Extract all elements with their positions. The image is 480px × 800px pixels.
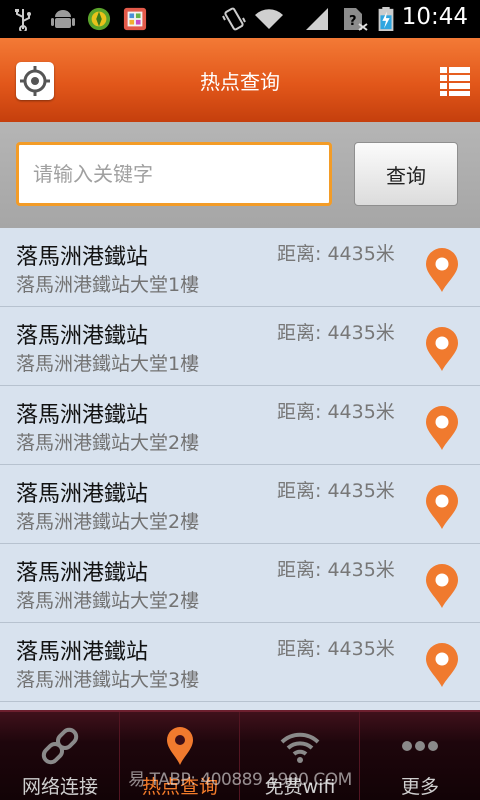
location-pin-icon[interactable] [424, 326, 460, 372]
hotspot-address: 落馬洲港鐵站大堂3樓 [16, 669, 200, 691]
vibrate-icon [222, 7, 246, 31]
gallery-notification-icon [123, 7, 147, 31]
location-pin-icon[interactable] [424, 642, 460, 688]
location-pin-icon[interactable] [424, 484, 460, 530]
list-item[interactable]: 落馬洲港鐵站 落馬洲港鐵站大堂2樓 距离: 4435米 [0, 544, 480, 623]
signal-icon [306, 8, 328, 30]
hotspot-distance: 距离: 4435米 [277, 638, 395, 660]
title-bar: 热点查询 [0, 38, 480, 122]
list-icon[interactable] [440, 66, 470, 96]
hotspot-distance: 距离: 4435米 [277, 322, 395, 344]
clock: 10:44 [401, 4, 468, 30]
location-pin-icon[interactable] [424, 405, 460, 451]
location-pin-icon[interactable] [424, 247, 460, 293]
hotspot-address: 落馬洲港鐵站大堂2樓 [16, 432, 200, 454]
hotspot-address: 落馬洲港鐵站大堂1樓 [16, 353, 200, 375]
list-item[interactable]: 落馬洲港鐵站 落馬洲港鐵站大堂2樓 距离: 4435米 [0, 386, 480, 465]
search-area: 查询 [0, 122, 480, 228]
hotspot-distance: 距离: 4435米 [277, 480, 395, 502]
hotspot-distance: 距离: 4435米 [277, 243, 395, 265]
hotspot-list[interactable]: 落馬洲港鐵站 落馬洲港鐵站大堂1樓 距离: 4435米 落馬洲港鐵站 落馬洲港鐵… [0, 228, 480, 710]
search-input[interactable] [16, 142, 332, 206]
list-item[interactable]: 落馬洲港鐵站 落馬洲港鐵站大堂2樓 距离: 4435米 [0, 465, 480, 544]
app-notification-icon [87, 7, 111, 31]
battery-charging-icon [378, 7, 394, 31]
hotspot-address: 落馬洲港鐵站大堂1樓 [16, 274, 200, 296]
location-pin-icon[interactable] [424, 563, 460, 609]
no-sim-icon: ? [344, 8, 368, 31]
hotspot-name: 落馬洲港鐵站 [16, 403, 149, 428]
watermark: 易 TABP: 400889 1900.COM [128, 770, 352, 790]
page-title: 热点查询 [200, 70, 280, 94]
link-icon [41, 727, 79, 765]
hotspot-name: 落馬洲港鐵站 [16, 561, 149, 586]
wifi-icon [255, 9, 283, 29]
list-item[interactable]: 落馬洲港鐵站 落馬洲港鐵站大堂1樓 距离: 4435米 [0, 307, 480, 386]
hotspot-name: 落馬洲港鐵站 [16, 324, 149, 349]
hotspot-distance: 距离: 4435米 [277, 401, 395, 423]
usb-icon [15, 9, 31, 31]
hotspot-distance: 距离: 4435米 [277, 559, 395, 581]
hotspot-address: 落馬洲港鐵站大堂2樓 [16, 590, 200, 612]
hotspot-address: 落馬洲港鐵站大堂2樓 [16, 511, 200, 533]
hotspot-name: 落馬洲港鐵站 [16, 245, 149, 270]
svg-text:?: ? [349, 14, 357, 29]
hotspot-name: 落馬洲港鐵站 [16, 482, 149, 507]
more-icon [402, 741, 438, 751]
wifi-icon [280, 732, 320, 763]
search-button[interactable]: 查询 [354, 142, 458, 206]
hotspot-name: 落馬洲港鐵站 [16, 640, 149, 665]
location-pin-icon [167, 727, 193, 765]
status-bar: ? 10:44 [0, 0, 480, 38]
list-item[interactable]: 落馬洲港鐵站 落馬洲港鐵站大堂1樓 距离: 4435米 [0, 228, 480, 307]
android-debug-icon [51, 10, 75, 28]
list-item[interactable]: 落馬洲港鐵站 落馬洲港鐵站大堂3樓 距离: 4435米 [0, 623, 480, 702]
list-item[interactable] [0, 702, 480, 710]
